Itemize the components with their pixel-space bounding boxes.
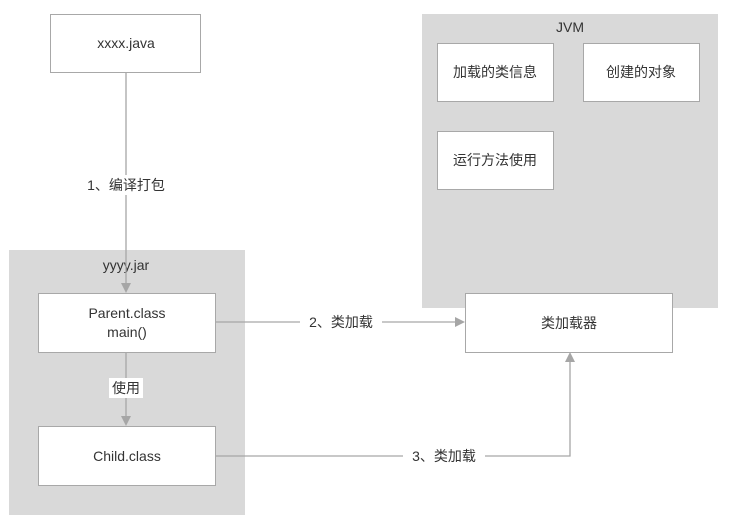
node-parent-label: Parent.class [88, 305, 165, 321]
arrowhead [565, 352, 575, 362]
node-source-label: xxxx.java [97, 35, 155, 51]
arrowhead [455, 317, 465, 327]
edge-load-child [215, 359, 571, 457]
class-loading-diagram: JVM yyyy.jar 1、编译打包 使用 2、类加载 3、类加载 xxxx.… [9, 14, 718, 515]
edge-load-child-label: 3、类加载 [412, 448, 476, 464]
node-loaded-class-info-label: 加载的类信息 [453, 64, 537, 80]
node-run-methods-label: 运行方法使用 [453, 152, 537, 168]
node-class-loader-label: 类加载器 [541, 315, 597, 331]
node-created-objects-label: 创建的对象 [606, 64, 676, 80]
jvm-group-label: JVM [556, 19, 584, 35]
edge-load-parent-label: 2、类加载 [309, 314, 373, 330]
edge-use-label: 使用 [112, 380, 140, 396]
edge-compile-label: 1、编译打包 [87, 177, 165, 193]
node-parent-class[interactable] [38, 293, 216, 353]
node-parent-sublabel: main() [107, 324, 147, 340]
node-child-label: Child.class [93, 448, 161, 464]
